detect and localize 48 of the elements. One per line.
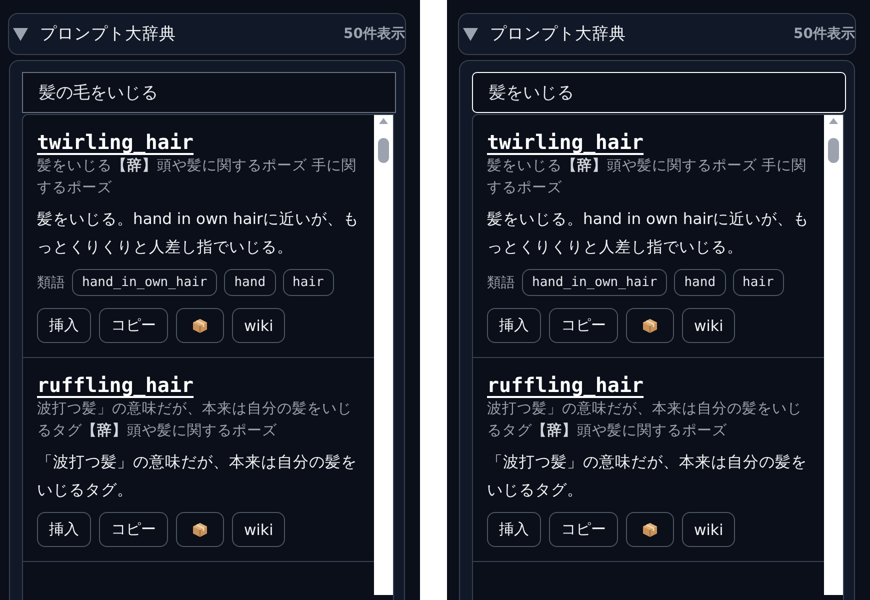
synonym-chip[interactable]: hair bbox=[282, 269, 334, 296]
result-count: 50件表示 bbox=[794, 25, 855, 43]
tag-link[interactable]: twirling_hair bbox=[487, 129, 644, 155]
package-icon bbox=[642, 522, 658, 538]
panel-title: プロンプト大辞典 bbox=[40, 23, 177, 45]
tag-description: 「波打つ髪」の意味だが、本来は自分の髪をいじるタグ。 bbox=[487, 452, 808, 501]
action-button[interactable]: 挿入 bbox=[487, 308, 541, 343]
action-button[interactable]: 挿入 bbox=[37, 308, 91, 343]
synonyms-label: 類語 bbox=[37, 274, 65, 292]
synonym-chip[interactable]: hand_in_own_hair bbox=[72, 269, 218, 296]
action-button[interactable]: コピー bbox=[549, 308, 618, 343]
tag-link[interactable]: ruffling_hair bbox=[37, 372, 194, 398]
synonym-chip[interactable]: hand_in_own_hair bbox=[522, 269, 668, 296]
synonym-chip[interactable]: hand bbox=[224, 269, 276, 296]
action-button[interactable]: wiki bbox=[682, 512, 736, 547]
action-button[interactable]: コピー bbox=[549, 512, 618, 547]
package-icon bbox=[192, 522, 208, 538]
package-button[interactable] bbox=[176, 308, 224, 343]
package-button[interactable] bbox=[626, 308, 674, 343]
package-button[interactable] bbox=[626, 512, 674, 547]
accordion-header[interactable]: プロンプト大辞典 50件表示 bbox=[8, 13, 406, 55]
tag-link[interactable]: twirling_hair bbox=[37, 129, 194, 155]
panel-title: プロンプト大辞典 bbox=[490, 23, 627, 45]
tag-link[interactable]: ruffling_hair bbox=[487, 372, 644, 398]
package-button[interactable] bbox=[176, 512, 224, 547]
package-icon bbox=[642, 318, 658, 334]
action-button[interactable]: 挿入 bbox=[487, 512, 541, 547]
tag-subtitle: 波打つ髪」の意味だが、本来は自分の髪をいじるタグ【辞】頭や髪に関するポーズ bbox=[487, 400, 803, 441]
action-button[interactable]: wiki bbox=[232, 512, 286, 547]
synonym-chip[interactable]: hand bbox=[674, 269, 726, 296]
tag-subtitle: 髪をいじる【辞】頭や髪に関するポーズ 手に関するポーズ bbox=[487, 156, 808, 198]
action-button[interactable]: wiki bbox=[682, 308, 736, 343]
package-icon bbox=[192, 318, 208, 334]
synonyms-label: 類語 bbox=[487, 274, 515, 292]
result-count: 50件表示 bbox=[344, 25, 405, 43]
tag-description: 「波打つ髪」の意味だが、本来は自分の髪をいじるタグ。 bbox=[37, 452, 358, 501]
search-field[interactable]: 髪の毛をいじる bbox=[22, 72, 396, 113]
synonym-chip[interactable]: hair bbox=[732, 269, 784, 296]
tag-description: 髪をいじる。hand in own hairに近いが、もっとくりくりと人差し指でいじる。 bbox=[487, 209, 810, 258]
action-button[interactable]: コピー bbox=[99, 512, 168, 547]
tag-subtitle: 髪をいじる【辞】頭や髪に関するポーズ 手に関するポーズ bbox=[37, 156, 358, 198]
search-field[interactable]: 髪をいじる bbox=[472, 72, 846, 113]
action-button[interactable]: 挿入 bbox=[37, 512, 91, 547]
action-button[interactable]: wiki bbox=[232, 308, 286, 343]
action-button[interactable]: コピー bbox=[99, 308, 168, 343]
accordion-header[interactable]: プロンプト大辞典 50件表示 bbox=[458, 13, 856, 55]
tag-description: 髪をいじる。hand in own hairに近いが、もっとくりくりと人差し指でいじる。 bbox=[37, 209, 360, 258]
tag-subtitle: 波打つ髪」の意味だが、本来は自分の髪をいじるタグ【辞】頭や髪に関するポーズ bbox=[37, 400, 353, 441]
